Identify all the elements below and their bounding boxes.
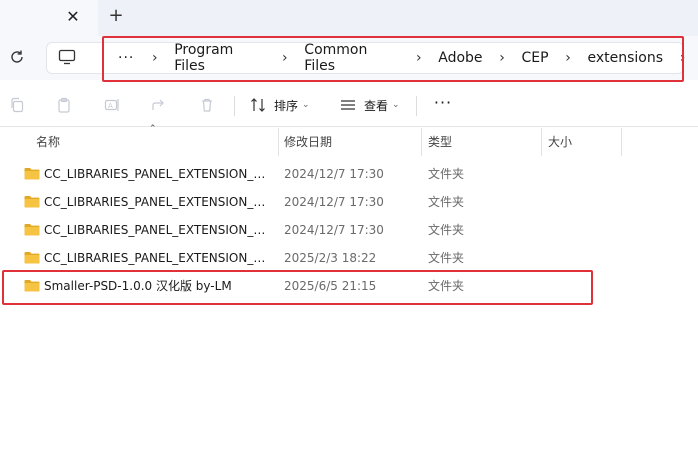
folder-icon bbox=[24, 196, 40, 208]
column-header-date[interactable]: 修改日期 bbox=[284, 128, 332, 156]
file-date: 2025/6/5 21:15 bbox=[284, 279, 377, 293]
folder-icon bbox=[24, 224, 40, 236]
view-icon bbox=[341, 100, 355, 110]
breadcrumb-cep[interactable]: CEP bbox=[517, 50, 552, 66]
file-name: CC_LIBRARIES_PANEL_EXTENSION_3_12_1 bbox=[44, 167, 272, 181]
chevron-right-icon[interactable]: › bbox=[139, 50, 170, 66]
breadcrumb: ··· › Program Files › Common Files › Ado… bbox=[118, 42, 698, 74]
breadcrumb-common-files[interactable]: Common Files bbox=[300, 42, 403, 74]
breadcrumb-more-button[interactable]: ··· bbox=[118, 50, 139, 66]
address-row: ··· › Program Files › Common Files › Ado… bbox=[0, 36, 698, 82]
sort-button[interactable]: 排序 ⌄ bbox=[250, 94, 310, 116]
file-type: 文件夹 bbox=[428, 195, 465, 209]
column-header-size[interactable]: 大小 bbox=[548, 128, 572, 156]
sort-icon bbox=[251, 98, 265, 112]
file-row[interactable]: CC_LIBRARIES_PANEL_EXTENSION_4_0_1 2025/… bbox=[0, 244, 698, 272]
chevron-right-icon[interactable]: › bbox=[403, 50, 434, 66]
column-headers: ⌃ 名称 修改日期 类型 大小 bbox=[0, 124, 698, 156]
folder-icon bbox=[24, 280, 40, 292]
file-list: CC_LIBRARIES_PANEL_EXTENSION_3_12_1 2024… bbox=[0, 160, 698, 300]
file-row[interactable]: CC_LIBRARIES_PANEL_EXTENSION_3_12_1 2024… bbox=[0, 160, 698, 188]
command-bar: A 排序 ⌄ 查看 ⌄ ··· bbox=[0, 86, 698, 126]
refresh-icon[interactable] bbox=[8, 48, 26, 66]
file-type: 文件夹 bbox=[428, 279, 465, 293]
column-resize-handle[interactable] bbox=[421, 128, 422, 156]
chevron-down-icon: ⌄ bbox=[302, 100, 310, 110]
paste-icon[interactable] bbox=[53, 94, 75, 116]
column-header-name[interactable]: 名称 bbox=[36, 128, 60, 156]
toolbar-separator bbox=[0, 126, 698, 127]
folder-icon bbox=[24, 168, 40, 180]
share-icon[interactable] bbox=[148, 94, 170, 116]
column-header-type[interactable]: 类型 bbox=[428, 128, 452, 156]
breadcrumb-extensions[interactable]: extensions bbox=[583, 50, 667, 66]
chevron-right-icon[interactable]: › bbox=[553, 50, 584, 66]
column-resize-handle[interactable] bbox=[541, 128, 542, 156]
sort-label: 排序 bbox=[274, 98, 299, 113]
toolbar-divider bbox=[416, 96, 417, 116]
tab-strip: ✕ + bbox=[0, 0, 698, 36]
svg-text:A: A bbox=[108, 102, 113, 110]
file-row[interactable]: CC_LIBRARIES_PANEL_EXTENSION_3_13_2 2024… bbox=[0, 188, 698, 216]
file-type: 文件夹 bbox=[428, 167, 465, 181]
folder-icon bbox=[24, 252, 40, 264]
chevron-down-icon: ⌄ bbox=[392, 100, 400, 110]
breadcrumb-adobe[interactable]: Adobe bbox=[434, 50, 486, 66]
file-date: 2024/12/7 17:30 bbox=[284, 223, 384, 237]
chevron-right-icon[interactable]: › bbox=[269, 50, 300, 66]
new-tab-icon[interactable]: + bbox=[106, 6, 126, 26]
chevron-right-icon[interactable]: › bbox=[667, 50, 698, 66]
breadcrumb-program-files[interactable]: Program Files bbox=[170, 42, 269, 74]
file-date: 2024/12/7 17:30 bbox=[284, 195, 384, 209]
file-type: 文件夹 bbox=[428, 251, 465, 265]
more-options-button[interactable]: ··· bbox=[432, 94, 454, 116]
column-resize-handle[interactable] bbox=[278, 128, 279, 156]
copy-icon[interactable] bbox=[6, 94, 28, 116]
file-row[interactable]: Smaller-PSD-1.0.0 汉化版 by-LM 2025/6/5 21:… bbox=[0, 272, 698, 300]
toolbar-divider bbox=[234, 96, 235, 116]
rename-icon[interactable]: A bbox=[101, 94, 123, 116]
file-type: 文件夹 bbox=[428, 223, 465, 237]
view-label: 查看 bbox=[364, 98, 389, 113]
file-name: CC_LIBRARIES_PANEL_EXTENSION_4_0_1 bbox=[44, 251, 272, 265]
file-date: 2025/2/3 18:22 bbox=[284, 251, 377, 265]
chevron-right-icon[interactable]: › bbox=[487, 50, 518, 66]
this-pc-icon[interactable] bbox=[58, 49, 76, 65]
file-row[interactable]: CC_LIBRARIES_PANEL_EXTENSION_3_14_0 2024… bbox=[0, 216, 698, 244]
active-tab[interactable]: ✕ bbox=[0, 0, 98, 36]
view-button[interactable]: 查看 ⌄ bbox=[340, 94, 400, 116]
file-date: 2024/12/7 17:30 bbox=[284, 167, 384, 181]
file-name: CC_LIBRARIES_PANEL_EXTENSION_3_13_2 bbox=[44, 195, 272, 209]
file-name: Smaller-PSD-1.0.0 汉化版 by-LM bbox=[44, 279, 232, 293]
delete-icon[interactable] bbox=[196, 94, 218, 116]
sort-ascending-icon: ⌃ bbox=[149, 124, 157, 134]
close-tab-icon[interactable]: ✕ bbox=[64, 8, 82, 26]
column-resize-handle[interactable] bbox=[621, 128, 622, 156]
file-name: CC_LIBRARIES_PANEL_EXTENSION_3_14_0 bbox=[44, 223, 272, 237]
